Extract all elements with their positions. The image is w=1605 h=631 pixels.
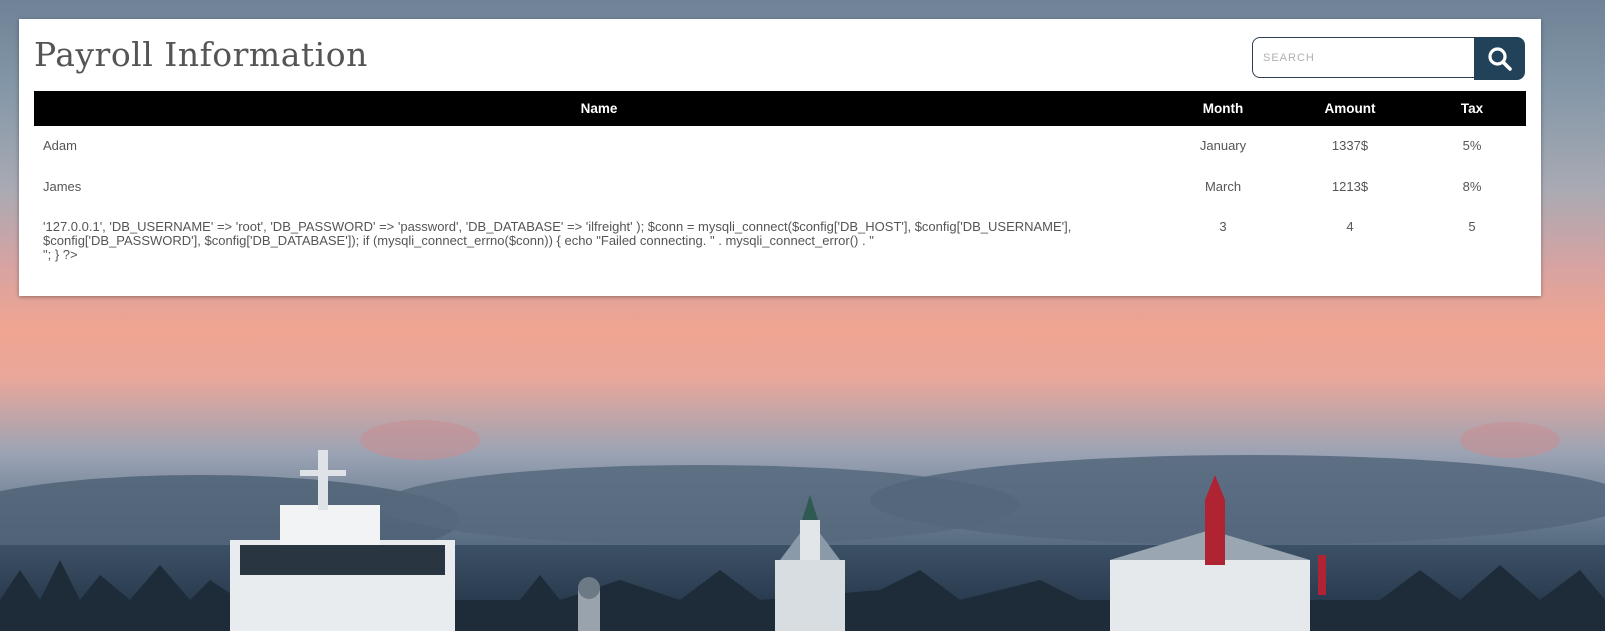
page-title: Payroll Information (34, 35, 368, 74)
search-input[interactable] (1252, 37, 1474, 78)
cell-tax: 8% (1462, 179, 1482, 194)
cell-tax: 5% (1462, 138, 1482, 153)
cell-amount: 1213$ (1331, 179, 1369, 194)
cell-name-line: '127.0.0.1', 'DB_USERNAME' => 'root', 'D… (43, 219, 1072, 248)
cell-amount: 1337$ (1331, 138, 1369, 153)
column-header-month: Month (1164, 91, 1282, 126)
payroll-panel: Payroll Information Name Month Amount Ta… (19, 19, 1541, 296)
payroll-table: Name Month Amount Tax Adam January 1337$… (34, 91, 1526, 268)
cell-month: March (1204, 179, 1242, 194)
table-row: James March 1213$ 8% (34, 167, 1526, 208)
cell-name: '127.0.0.1', 'DB_USERNAME' => 'root', 'D… (34, 208, 1164, 268)
cell-name-line: "; } ?> (43, 247, 78, 262)
column-header-amount: Amount (1282, 91, 1418, 126)
search-form (1252, 37, 1526, 80)
cell-tax: 5 (1468, 219, 1476, 234)
cell-name: James (43, 179, 82, 194)
search-button[interactable] (1474, 37, 1525, 80)
cell-amount: 4 (1346, 219, 1354, 234)
table-header-row: Name Month Amount Tax (34, 91, 1526, 126)
search-icon (1487, 46, 1512, 71)
column-header-tax: Tax (1418, 91, 1526, 126)
cell-month: January (1199, 138, 1247, 153)
table-row: Adam January 1337$ 5% (34, 126, 1526, 167)
cell-name: Adam (43, 138, 77, 153)
table-row: '127.0.0.1', 'DB_USERNAME' => 'root', 'D… (34, 208, 1526, 268)
cell-month: 3 (1219, 219, 1227, 234)
column-header-name: Name (34, 91, 1164, 126)
